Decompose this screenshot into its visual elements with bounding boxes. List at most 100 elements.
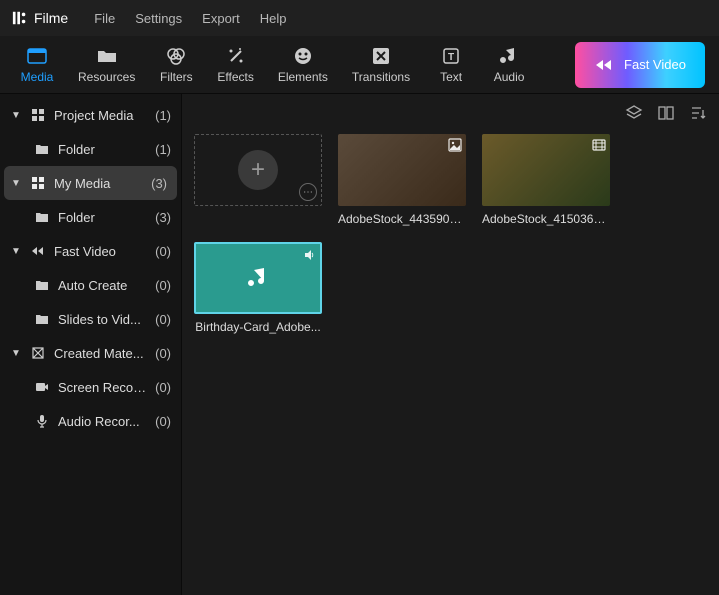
tree-label: Folder [58,210,147,225]
tab-media[interactable]: Media [8,40,66,90]
tree-count: (3) [155,210,171,225]
effects-icon [226,46,246,66]
sidebar-item-created-materials[interactable]: ▼ Created Mate... (0) [0,336,181,370]
menu-file[interactable]: File [94,11,115,26]
tree-count: (0) [155,414,171,429]
audio-badge-icon [302,248,316,262]
filters-icon [166,46,186,66]
camera-icon [34,379,50,395]
media-caption: AdobeStock_44359060... [338,212,466,226]
tree-count: (0) [155,312,171,327]
sidebar: ▼ Project Media (1) Folder (1) ▼ My Medi… [0,94,182,595]
titlebar: Filme File Settings Export Help [0,0,719,36]
tab-label: Audio [494,70,525,84]
tree-label: Fast Video [54,244,147,259]
app-name: Filme [34,10,68,26]
music-note-icon [244,264,272,292]
tree-label: Auto Create [58,278,147,293]
menu-help[interactable]: Help [260,11,287,26]
more-icon[interactable]: ⋯ [299,183,317,201]
layers-view-icon[interactable] [625,104,643,122]
svg-text:T: T [448,52,454,63]
microphone-icon [34,413,50,429]
folder-icon [34,209,50,225]
media-item-image[interactable]: AdobeStock_44359060... [338,134,466,226]
tab-label: Text [440,70,462,84]
fast-video-label: Fast Video [624,57,686,72]
tab-label: Effects [217,70,253,84]
folder-icon [34,141,50,157]
tab-transitions[interactable]: Transitions [340,40,422,90]
import-media-card[interactable]: + ⋯ [194,134,322,226]
sidebar-item-project-media[interactable]: ▼ Project Media (1) [0,98,181,132]
sidebar-item-audio-record[interactable]: Audio Recor... (0) [0,404,181,438]
tab-label: Resources [78,70,135,84]
folder-icon [97,46,117,66]
media-thumbnail[interactable] [482,134,610,206]
fast-video-icon [594,56,616,74]
media-item-audio[interactable]: Birthday-Card_Adobe... [194,242,322,334]
media-caption: AdobeStock_41503642... [482,212,610,226]
import-thumbnail[interactable]: + ⋯ [194,134,322,206]
elements-icon [293,46,313,66]
media-grid: + ⋯ AdobeStock_44359060... AdobeStock_41… [194,134,707,334]
sidebar-item-my-media[interactable]: ▼ My Media (3) [4,166,177,200]
media-thumbnail[interactable] [338,134,466,206]
tab-label: Elements [278,70,328,84]
tree-label: Audio Recor... [58,414,147,429]
chevron-down-icon: ▼ [10,110,22,121]
tab-label: Media [21,70,54,84]
grid-icon [30,175,46,191]
tab-elements[interactable]: Elements [266,40,340,90]
view-controls [625,104,707,122]
audio-icon [499,46,519,66]
tree-count: (0) [155,346,171,361]
folder-icon [34,311,50,327]
tree-label: Screen Recor... [58,380,147,395]
body-area: ▼ Project Media (1) Folder (1) ▼ My Medi… [0,94,719,595]
fast-video-button[interactable]: Fast Video [575,42,705,88]
media-item-video[interactable]: AdobeStock_41503642... [482,134,610,226]
folder-icon [34,277,50,293]
tree-label: Project Media [54,108,147,123]
sort-icon[interactable] [689,104,707,122]
tab-label: Filters [160,70,193,84]
menu-export[interactable]: Export [202,11,240,26]
sidebar-item-screen-record[interactable]: Screen Recor... (0) [0,370,181,404]
media-caption: Birthday-Card_Adobe... [194,320,322,334]
sidebar-item-auto-create[interactable]: Auto Create (0) [0,268,181,302]
chevron-down-icon: ▼ [10,178,22,189]
tree-label: Created Mate... [54,346,147,361]
fast-forward-icon [30,243,46,259]
tree-count: (1) [155,142,171,157]
sidebar-item-fast-video[interactable]: ▼ Fast Video (0) [0,234,181,268]
tree-count: (0) [155,380,171,395]
tab-text[interactable]: T Text [422,40,480,90]
tree-count: (3) [151,176,167,191]
tree-count: (0) [155,244,171,259]
plus-icon: + [238,150,278,190]
logo-icon [12,10,28,26]
sidebar-item-project-folder[interactable]: Folder (1) [0,132,181,166]
tab-effects[interactable]: Effects [205,40,265,90]
chevron-down-icon: ▼ [10,348,22,359]
tree-label: My Media [54,176,143,191]
image-badge-icon [448,138,462,152]
grid-view-icon[interactable] [657,104,675,122]
media-thumbnail[interactable] [194,242,322,314]
tree-count: (0) [155,278,171,293]
main-menu: File Settings Export Help [94,11,286,26]
tab-resources[interactable]: Resources [66,40,147,90]
chevron-down-icon: ▼ [10,246,22,257]
video-badge-icon [592,138,606,152]
sidebar-item-my-folder[interactable]: Folder (3) [0,200,181,234]
transitions-icon [371,46,391,66]
menu-settings[interactable]: Settings [135,11,182,26]
tab-audio[interactable]: Audio [480,40,538,90]
tree-label: Folder [58,142,147,157]
content-area: + ⋯ AdobeStock_44359060... AdobeStock_41… [182,94,719,595]
text-icon: T [441,46,461,66]
sidebar-item-slides-to-video[interactable]: Slides to Vid... (0) [0,302,181,336]
tab-filters[interactable]: Filters [147,40,205,90]
tree-label: Slides to Vid... [58,312,147,327]
